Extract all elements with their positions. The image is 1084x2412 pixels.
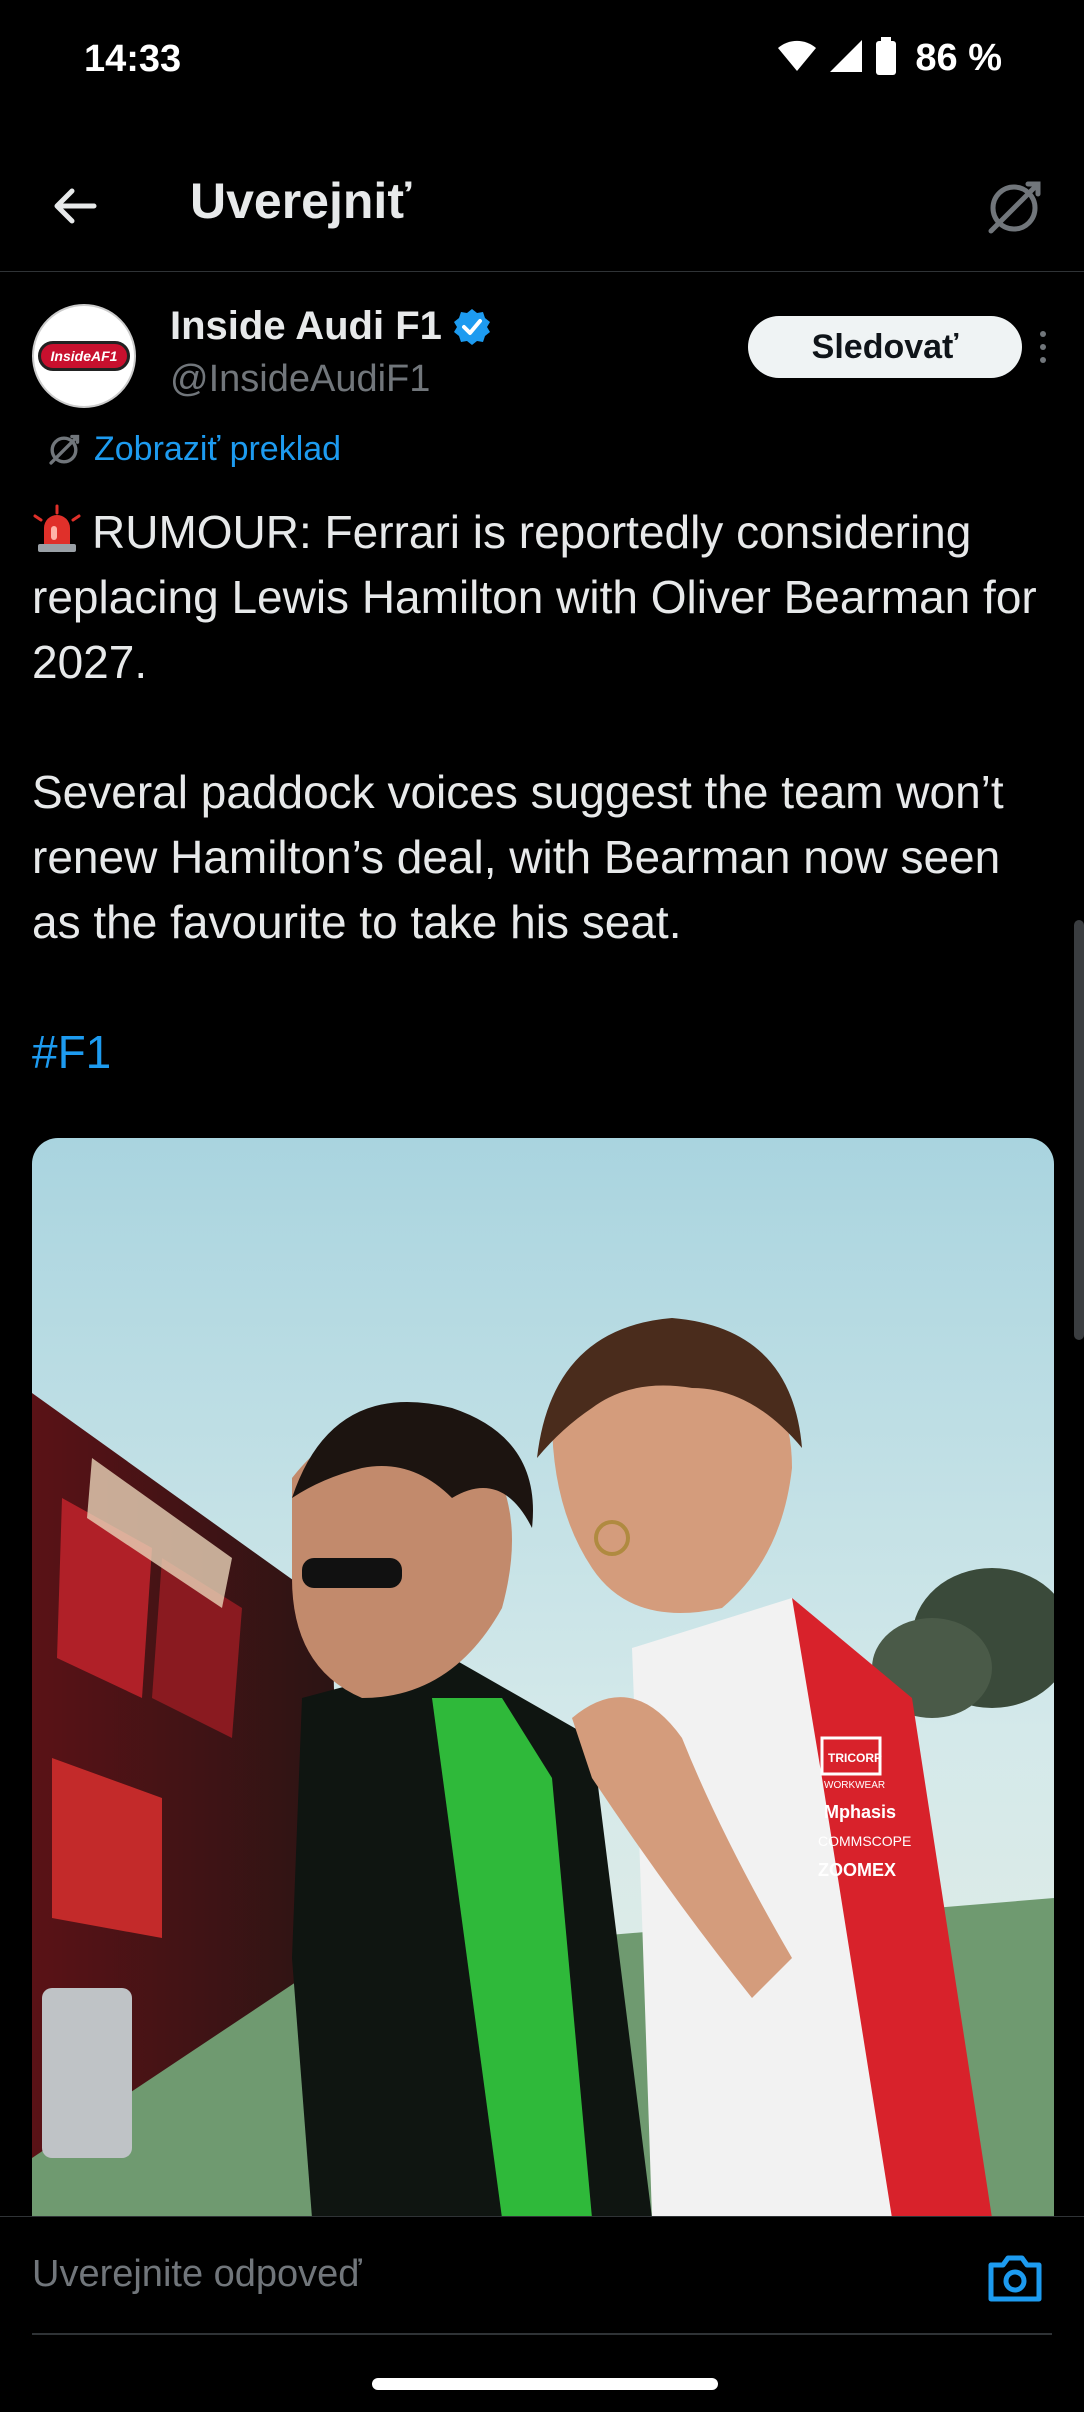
verified-badge-icon	[453, 308, 490, 345]
siren-emoji-icon	[33, 504, 81, 552]
top-app-bar: Uverejniť	[0, 150, 1084, 272]
tweet-text: RUMOUR: Ferrari is reportedly considerin…	[32, 500, 1052, 1150]
status-time: 14:33	[84, 38, 182, 80]
wifi-icon	[777, 39, 817, 78]
status-icons: 86 %	[777, 36, 1002, 80]
translate-icon	[988, 181, 1041, 234]
more-options-icon[interactable]	[1028, 322, 1058, 372]
avatar[interactable]: InsideAF1	[32, 304, 136, 408]
tweet-photo[interactable]: TRICORP WORKWEAR Mphasis COMMSCOPE ZOOME…	[32, 1138, 1054, 2218]
tweet-paragraph-2: Several paddock voices suggest the team …	[32, 766, 1004, 948]
back-button[interactable]	[38, 170, 110, 242]
show-translation-label: Zobraziť preklad	[94, 430, 342, 468]
follow-button[interactable]: Sledovať	[748, 316, 1022, 378]
show-translation-link[interactable]: Zobraziť preklad	[46, 430, 341, 469]
translate-button[interactable]	[974, 168, 1054, 248]
tweet-paragraph-1-text: RUMOUR: Ferrari is reportedly considerin…	[32, 506, 1037, 688]
camera-icon	[988, 2255, 1042, 2302]
author-name-row[interactable]: Inside Audi F1	[170, 304, 492, 349]
shirt-sponsor-3: Mphasis	[824, 1802, 896, 1822]
cell-signal-icon	[829, 39, 863, 78]
author-handle[interactable]: @InsideAudiF1	[170, 358, 430, 401]
home-indicator[interactable]	[372, 2378, 718, 2390]
shirt-sponsor-5: ZOOMEX	[818, 1860, 896, 1880]
battery-percent: 86 %	[915, 36, 1002, 79]
hashtag-link[interactable]: #F1	[32, 1026, 111, 1078]
reply-input[interactable]: Uverejnite odpoveď	[32, 2253, 362, 2296]
shirt-sponsor-4: COMMSCOPE	[818, 1833, 911, 1849]
avatar-logo: InsideAF1	[38, 341, 130, 371]
camera-button[interactable]	[980, 2243, 1050, 2313]
page-title: Uverejniť	[190, 173, 412, 229]
reply-underline	[32, 2333, 1052, 2335]
status-bar: 14:33 86 %	[0, 0, 1084, 120]
scrollbar[interactable]	[1074, 920, 1084, 1340]
author-name: Inside Audi F1	[170, 304, 442, 348]
reply-bar: Uverejnite odpoveď	[0, 2216, 1084, 2336]
battery-icon	[875, 36, 897, 80]
tweet-paragraph-1: RUMOUR: Ferrari is reportedly considerin…	[32, 500, 1052, 695]
tweet-detail-screen: 14:33 86 % Uverejniť InsideAF1 Inside Au…	[0, 0, 1084, 2412]
arrow-left-icon	[54, 188, 97, 224]
shirt-sponsor-1: TRICORP	[828, 1751, 882, 1765]
tweet-author: InsideAF1 Inside Audi F1 @InsideAudiF1 S…	[32, 300, 1052, 420]
translate-icon	[49, 434, 80, 465]
photo-illustration: TRICORP WORKWEAR Mphasis COMMSCOPE ZOOME…	[32, 1138, 1054, 2218]
shirt-sponsor-2: WORKWEAR	[824, 1780, 885, 1791]
